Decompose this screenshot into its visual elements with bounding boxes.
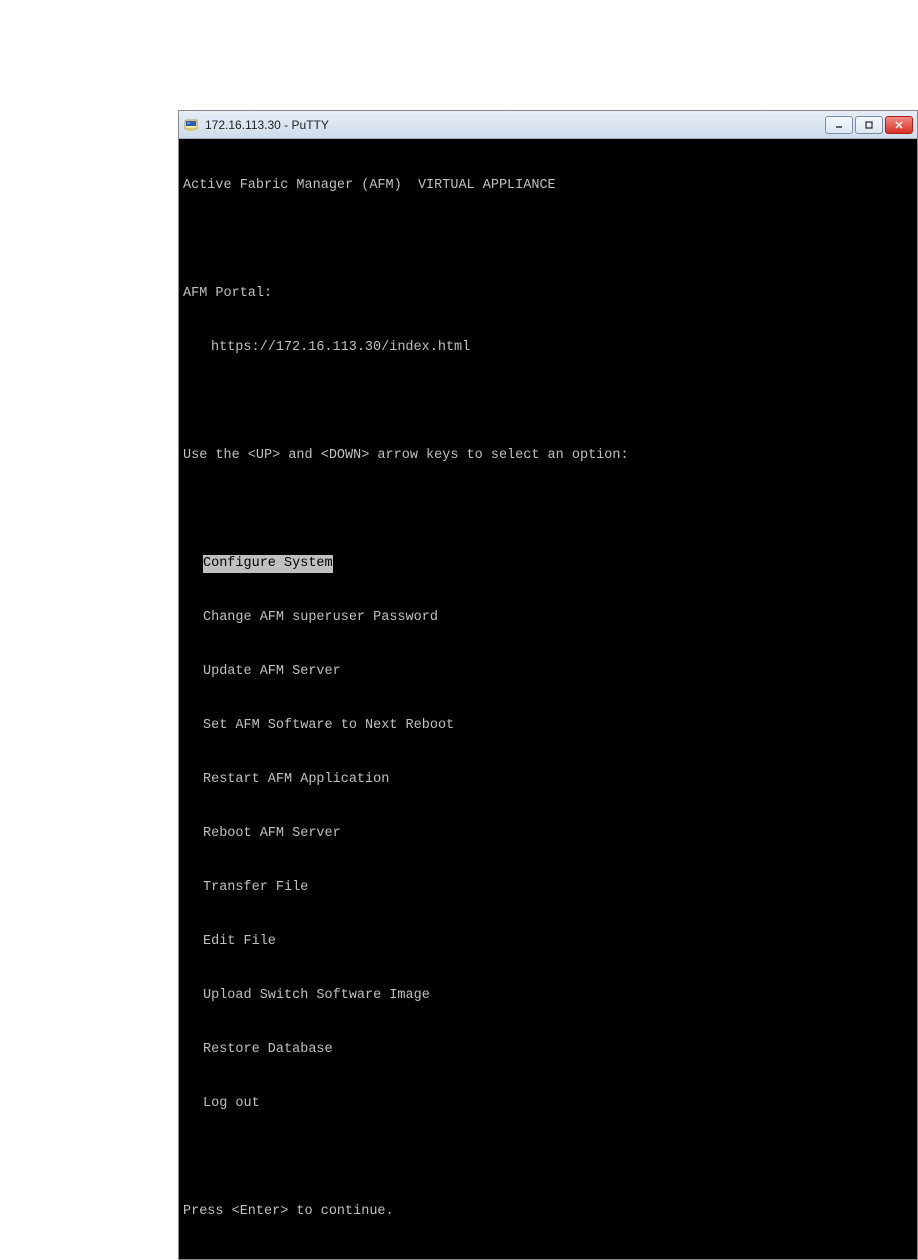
blank-line [183, 501, 913, 519]
maximize-button[interactable] [855, 116, 883, 134]
putty-icon [183, 117, 199, 133]
window-titlebar[interactable]: 172.16.113.30 - PuTTY [179, 111, 917, 139]
menu-item-edit-file[interactable]: Edit File [203, 933, 276, 951]
blank-line [183, 231, 913, 249]
blank-line [183, 1149, 913, 1167]
putty-window: 172.16.113.30 - PuTTY Active Fabric Mana… [178, 110, 918, 1260]
menu-item-restore-db[interactable]: Restore Database [203, 1041, 333, 1059]
menu-item-restart-app[interactable]: Restart AFM Application [203, 771, 389, 789]
minimize-button[interactable] [825, 116, 853, 134]
instructions: Use the <UP> and <DOWN> arrow keys to se… [183, 447, 913, 465]
menu-item-logout[interactable]: Log out [203, 1095, 260, 1113]
terminal-header: Active Fabric Manager (AFM) VIRTUAL APPL… [183, 177, 913, 195]
menu-item-change-password[interactable]: Change AFM superuser Password [203, 609, 438, 627]
close-button[interactable] [885, 116, 913, 134]
menu-item-update-server[interactable]: Update AFM Server [203, 663, 341, 681]
menu-item-configure-system[interactable]: Configure System [203, 555, 333, 573]
menu-item-upload-image[interactable]: Upload Switch Software Image [203, 987, 430, 1005]
portal-url: https://172.16.113.30/index.html [183, 339, 913, 357]
menu-item-set-software[interactable]: Set AFM Software to Next Reboot [203, 717, 454, 735]
window-title: 172.16.113.30 - PuTTY [205, 118, 825, 132]
footer-prompt: Press <Enter> to continue. [183, 1203, 913, 1221]
menu-item-transfer-file[interactable]: Transfer File [203, 879, 308, 897]
portal-label: AFM Portal: [183, 285, 913, 303]
menu-item-reboot-server[interactable]: Reboot AFM Server [203, 825, 341, 843]
terminal-area[interactable]: Active Fabric Manager (AFM) VIRTUAL APPL… [179, 139, 917, 1259]
window-controls [825, 116, 913, 134]
blank-line [183, 393, 913, 411]
